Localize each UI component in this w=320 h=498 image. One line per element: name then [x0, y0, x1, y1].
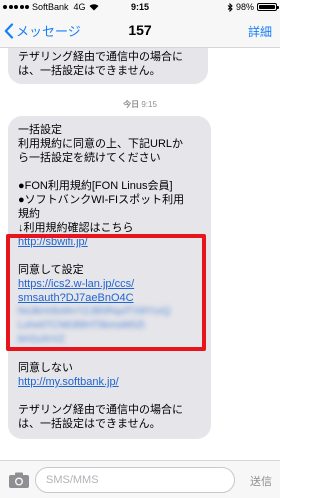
blurred-token: Ns3kHr8sWvYZJB0RqufTX8YcxQ [18, 306, 171, 317]
status-bar: SoftBank 4G 9:15 98% [0, 0, 280, 14]
agree-label: 同意して設定 [18, 264, 84, 276]
blurred-token: bH2uXrVZ [18, 334, 65, 345]
timestamp-time: 9:15 [141, 100, 157, 109]
message-text: ら一括設定を続けてください [18, 152, 161, 164]
conversation-title: 157 [128, 22, 152, 38]
message-text: テザリング経由で通信中の場合に [18, 51, 183, 63]
navigation-bar: メッセージ 157 詳細 [0, 14, 280, 48]
bluetooth-icon [227, 2, 233, 12]
agree-link-continued[interactable]: smsauth?DJ7aeBnO4C [18, 291, 201, 305]
conversation-view[interactable]: テザリング経由で通信中の場合に は、一括設定はできません。 今日 9:15 一括… [0, 48, 280, 460]
message-text: 利用規約に同意の上、下記URLか [18, 138, 184, 150]
blurred-token: Lxhe6TCN63l9HT5kmsM0Zt [18, 320, 145, 331]
agree-link[interactable]: https://ics2.w-lan.jp/ccs/ [18, 277, 201, 291]
battery-percent: 98% [235, 2, 254, 12]
message-text: 一括設定 [18, 124, 62, 136]
message-text: 規約 [18, 208, 40, 220]
details-button[interactable]: 詳細 [248, 23, 272, 40]
disagree-link[interactable]: http://my.softbank.jp/ [18, 375, 201, 389]
message-text: ●FON利用規約[FON Linus会員] [18, 180, 173, 192]
message-bubble: テザリング経由で通信中の場合に は、一括設定はできません。 [8, 48, 208, 84]
terms-link[interactable]: http://sbwifi.jp/ [18, 235, 201, 249]
battery-fill [259, 5, 275, 9]
message-text: は、一括設定はできません。 [18, 418, 161, 430]
camera-icon[interactable] [8, 471, 30, 489]
message-text: ●ソフトバンクWI-FIスポット利用 [18, 194, 185, 206]
message-text: は、一括設定はできません。 [18, 65, 161, 77]
status-right: 98% [227, 0, 279, 14]
message-text: ↓利用規約確認はこちら [18, 222, 134, 234]
message-timestamp: 今日 9:15 [0, 99, 280, 110]
message-text: テザリング経由で通信中の場合に [18, 404, 183, 416]
message-bubble: 一括設定 利用規約に同意の上、下記URLか ら一括設定を続けてください ●FON… [8, 116, 211, 439]
message-input[interactable]: SMS/MMS [35, 467, 235, 493]
battery-icon [257, 3, 279, 11]
disagree-label: 同意しない [18, 362, 73, 374]
timestamp-day: 今日 [123, 100, 140, 109]
message-input-bar: SMS/MMS 送信 [0, 460, 280, 498]
send-button[interactable]: 送信 [250, 473, 272, 489]
